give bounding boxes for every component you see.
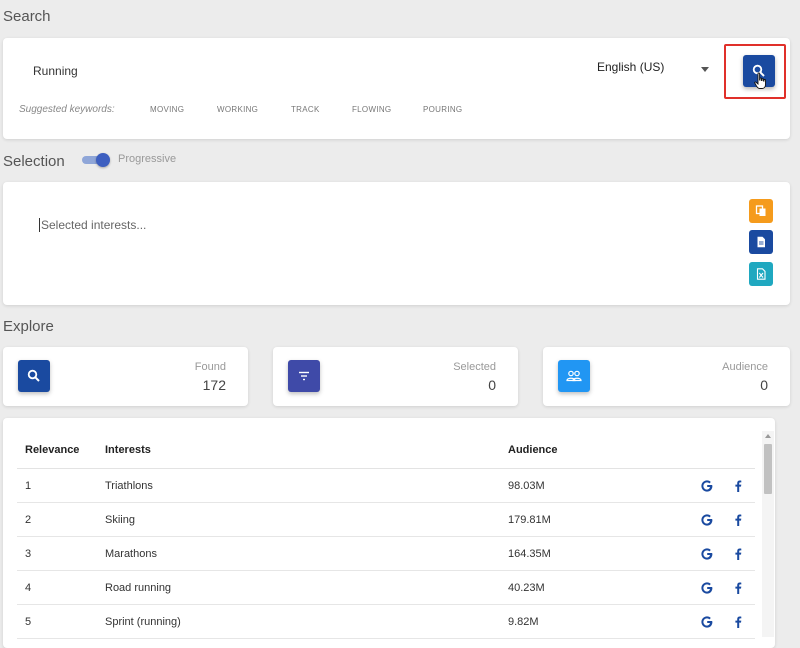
google-icon[interactable] bbox=[700, 513, 714, 527]
actions-cell bbox=[650, 468, 755, 503]
keyword-chip[interactable]: TRACK bbox=[291, 105, 320, 114]
relevance-cell: 1 bbox=[17, 468, 97, 503]
found-stat-card: Found 172 bbox=[3, 347, 248, 406]
table-row[interactable]: 2 Skiing 179.81M bbox=[17, 502, 755, 537]
keyword-chip[interactable]: FLOWING bbox=[352, 105, 391, 114]
selected-stat-card: Selected 0 bbox=[273, 347, 518, 406]
excel-file-icon bbox=[756, 268, 766, 280]
relevance-cell: 3 bbox=[17, 536, 97, 571]
column-header-interests[interactable]: Interests bbox=[97, 432, 500, 469]
selection-section-label: Selection bbox=[3, 153, 65, 170]
found-label: Found bbox=[194, 361, 226, 373]
chevron-down-icon bbox=[701, 67, 709, 72]
suggested-keywords-label: Suggested keywords: bbox=[19, 104, 115, 115]
keyword-chip[interactable]: POURING bbox=[423, 105, 462, 114]
selected-value: 0 bbox=[488, 377, 496, 393]
search-section-label: Search bbox=[3, 8, 51, 25]
interest-cell: Triathlons bbox=[97, 468, 500, 503]
actions-cell bbox=[650, 570, 755, 605]
search-button-highlight bbox=[724, 44, 786, 99]
table-scrollbar[interactable] bbox=[762, 431, 774, 637]
found-value: 172 bbox=[202, 377, 226, 393]
selected-interests-input[interactable]: Selected interests... bbox=[39, 218, 146, 232]
selected-label: Selected bbox=[453, 361, 496, 373]
language-select[interactable]: English (US) bbox=[597, 60, 717, 80]
facebook-icon[interactable] bbox=[731, 547, 745, 561]
relevance-cell: 2 bbox=[17, 502, 97, 537]
people-icon bbox=[566, 370, 582, 382]
toggle-knob bbox=[96, 153, 110, 167]
found-icon-badge bbox=[18, 360, 50, 392]
table-row[interactable]: 4 Road running 40.23M bbox=[17, 570, 755, 605]
export-excel-button[interactable] bbox=[749, 262, 773, 286]
column-header-actions bbox=[650, 432, 755, 469]
actions-cell bbox=[650, 502, 755, 537]
scrollbar-thumb[interactable] bbox=[764, 444, 772, 494]
copy-icon bbox=[755, 205, 766, 216]
interests-table-card: Relevance Interests Audience 1 Triathlon… bbox=[3, 418, 775, 648]
relevance-cell: 4 bbox=[17, 570, 97, 605]
facebook-icon[interactable] bbox=[731, 581, 745, 595]
google-icon[interactable] bbox=[700, 547, 714, 561]
interest-cell: Road running bbox=[97, 570, 500, 605]
progressive-toggle[interactable] bbox=[82, 153, 110, 167]
relevance-cell: 5 bbox=[17, 604, 97, 639]
keyword-chip[interactable]: WORKING bbox=[217, 105, 258, 114]
keyword-chip[interactable]: MOVING bbox=[150, 105, 184, 114]
actions-cell bbox=[650, 604, 755, 639]
audience-cell: 164.35M bbox=[500, 536, 650, 571]
google-icon[interactable] bbox=[700, 581, 714, 595]
search-input[interactable] bbox=[31, 58, 335, 84]
filter-icon bbox=[299, 371, 309, 381]
interests-table: Relevance Interests Audience 1 Triathlon… bbox=[17, 432, 755, 639]
search-icon bbox=[27, 369, 40, 382]
selection-card: Selected interests... bbox=[3, 182, 790, 305]
export-document-button[interactable] bbox=[749, 230, 773, 254]
audience-value: 0 bbox=[760, 377, 768, 393]
column-header-audience[interactable]: Audience bbox=[500, 432, 650, 469]
language-select-value: English (US) bbox=[597, 60, 665, 74]
search-card: English (US) Suggested keywords: MOVING … bbox=[3, 38, 790, 139]
interest-cell: Skiing bbox=[97, 502, 500, 537]
table-header-row: Relevance Interests Audience bbox=[17, 432, 755, 469]
table-row[interactable]: 5 Sprint (running) 9.82M bbox=[17, 604, 755, 639]
selected-icon-badge bbox=[288, 360, 320, 392]
document-icon bbox=[757, 236, 765, 248]
audience-cell: 9.82M bbox=[500, 604, 650, 639]
audience-stat-card: Audience 0 bbox=[543, 347, 790, 406]
scroll-up-arrow-icon[interactable] bbox=[765, 434, 771, 438]
audience-cell: 179.81M bbox=[500, 502, 650, 537]
actions-cell bbox=[650, 536, 755, 571]
audience-cell: 40.23M bbox=[500, 570, 650, 605]
google-icon[interactable] bbox=[700, 615, 714, 629]
table-row[interactable]: 1 Triathlons 98.03M bbox=[17, 468, 755, 503]
interest-cell: Sprint (running) bbox=[97, 604, 500, 639]
column-header-relevance[interactable]: Relevance bbox=[17, 432, 97, 469]
facebook-icon[interactable] bbox=[731, 615, 745, 629]
progressive-toggle-label: Progressive bbox=[118, 153, 177, 165]
copy-button[interactable] bbox=[749, 199, 773, 223]
facebook-icon[interactable] bbox=[731, 513, 745, 527]
google-icon[interactable] bbox=[700, 479, 714, 493]
audience-label: Audience bbox=[722, 361, 768, 373]
audience-icon-badge bbox=[558, 360, 590, 392]
table-row[interactable]: 3 Marathons 164.35M bbox=[17, 536, 755, 571]
hand-pointer-cursor-icon bbox=[754, 72, 766, 89]
audience-cell: 98.03M bbox=[500, 468, 650, 503]
interest-cell: Marathons bbox=[97, 536, 500, 571]
facebook-icon[interactable] bbox=[731, 479, 745, 493]
explore-section-label: Explore bbox=[3, 318, 54, 335]
